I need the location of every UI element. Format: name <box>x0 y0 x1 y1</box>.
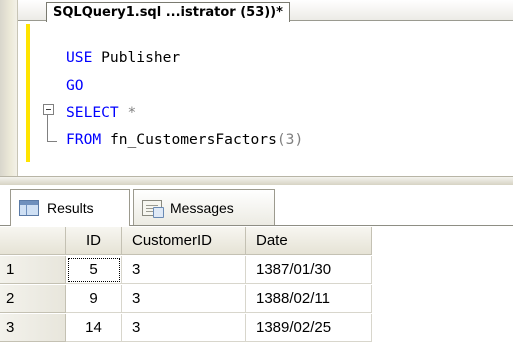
keyword-from: FROM <box>66 131 102 148</box>
cell-customerid[interactable]: 3 <box>122 314 246 342</box>
tab-messages[interactable]: Messages <box>133 189 275 225</box>
row-number[interactable]: 1 <box>0 256 66 284</box>
column-header-customerid[interactable]: CustomerID <box>122 227 246 255</box>
code-line-1[interactable]: USE Publisher <box>66 48 180 68</box>
cell-customerid[interactable]: 3 <box>122 256 246 284</box>
tab-sqlquery1[interactable]: SQLQuery1.sql ...istrator (53))* <box>46 2 290 23</box>
outline-guide-end <box>47 141 57 142</box>
column-header-id[interactable]: ID <box>66 227 122 255</box>
table-row[interactable]: 1 5 3 1387/01/30 <box>0 256 513 285</box>
function-args: (3) <box>276 131 304 148</box>
table-row[interactable]: 2 9 3 1388/02/11 <box>0 285 513 314</box>
select-star: * <box>118 104 137 121</box>
tab-results[interactable]: Results <box>10 189 130 226</box>
results-tab-strip: Results Messages <box>0 185 513 226</box>
document-tab-strip: SQLQuery1.sql ...istrator (53))* <box>18 0 513 23</box>
pane-splitter[interactable] <box>0 176 513 185</box>
code-line-4[interactable]: FROM fn_CustomersFactors(3) <box>66 130 303 150</box>
grid-corner[interactable] <box>0 227 66 255</box>
change-tracking-bar <box>26 24 30 162</box>
results-grid-icon <box>19 200 39 216</box>
row-number[interactable]: 3 <box>0 314 66 342</box>
collapse-icon[interactable] <box>43 104 54 115</box>
code-line-2[interactable]: GO <box>66 76 84 96</box>
code-area[interactable] <box>18 22 513 174</box>
cell-id[interactable]: 5 <box>66 256 122 284</box>
cell-date[interactable]: 1389/02/25 <box>246 314 372 342</box>
cell-id[interactable]: 9 <box>66 285 122 313</box>
column-header-date[interactable]: Date <box>246 227 372 255</box>
code-line-3[interactable]: SELECT * <box>66 103 136 123</box>
keyword-select: SELECT <box>66 104 119 121</box>
cell-id[interactable]: 14 <box>66 314 122 342</box>
grid-header-row: ID CustomerID Date <box>0 227 513 256</box>
row-number[interactable]: 2 <box>0 285 66 313</box>
keyword-use: USE <box>66 49 93 66</box>
tab-results-label: Results <box>47 200 94 216</box>
table-row[interactable]: 3 14 3 1389/02/25 <box>0 314 513 343</box>
query-editor[interactable]: SQLQuery1.sql ...istrator (53))* USE Pub… <box>0 0 513 176</box>
use-target: Publisher <box>92 49 181 66</box>
function-name: fn_CustomersFactors <box>101 131 277 148</box>
outline-guide <box>47 115 48 141</box>
tab-messages-label: Messages <box>170 199 234 216</box>
cell-customerid[interactable]: 3 <box>122 285 246 313</box>
messages-icon <box>142 199 164 218</box>
cell-date[interactable]: 1387/01/30 <box>246 256 372 284</box>
cell-date[interactable]: 1388/02/11 <box>246 285 372 313</box>
editor-left-margin <box>0 0 18 176</box>
keyword-go: GO <box>66 77 84 94</box>
results-grid-body[interactable]: ID CustomerID Date 1 5 3 1387/01/30 2 9 … <box>0 227 513 345</box>
